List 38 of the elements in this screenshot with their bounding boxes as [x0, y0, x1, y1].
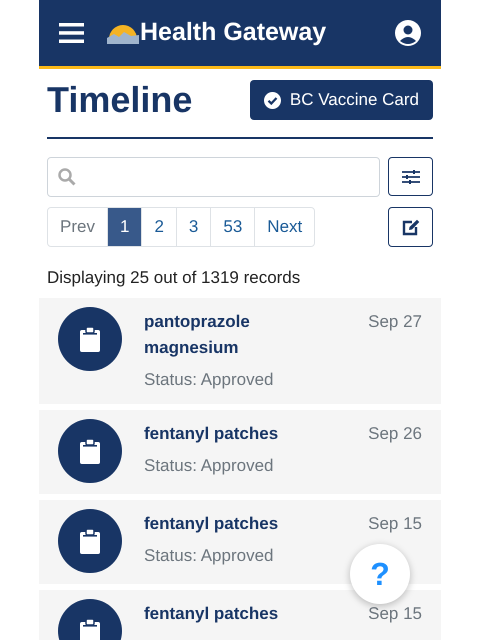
entry-status: Status: Approved — [144, 545, 274, 567]
clipboard-icon — [80, 326, 100, 352]
vaccine-card-button[interactable]: BC Vaccine Card — [250, 80, 433, 120]
page-link[interactable]: 1 — [106, 207, 142, 247]
entry-date: Sep 27 — [368, 311, 422, 333]
entry-date: Sep 15 — [368, 603, 422, 625]
page-link[interactable]: 2 — [141, 207, 177, 247]
edit-icon — [402, 218, 420, 236]
filter-button[interactable] — [388, 157, 433, 196]
search-icon — [58, 168, 76, 186]
entry-status: Status: Approved — [144, 455, 274, 477]
entry-date: Sep 26 — [368, 423, 422, 445]
clipboard-icon — [80, 618, 100, 640]
logo-icon — [107, 22, 139, 44]
page-title: Timeline — [47, 78, 192, 122]
user-icon[interactable] — [395, 20, 421, 46]
page-link[interactable]: Next — [254, 207, 316, 247]
edit-button[interactable] — [388, 207, 433, 247]
app-title: Health Gateway — [140, 17, 326, 48]
search-field[interactable] — [47, 157, 380, 197]
timeline-entry[interactable]: pantoprazole magnesium Sep 27 Status: Approved — [39, 298, 441, 404]
entry-title: pantoprazole magnesium — [144, 311, 251, 359]
entry-title: fentanyl patches — [144, 513, 280, 535]
entry-title: fentanyl patches — [144, 603, 280, 625]
records-summary: Displaying 25 out of 1319 records — [47, 267, 302, 289]
page-link[interactable]: 53 — [210, 207, 256, 247]
clipboard-icon — [80, 438, 100, 464]
page-link[interactable]: 3 — [176, 207, 212, 247]
entry-title: fentanyl patches — [144, 423, 280, 445]
timeline-entry[interactable]: fentanyl patches Sep 26 Status: Approved — [39, 410, 441, 494]
sliders-icon — [402, 170, 420, 184]
entry-status: Status: Approved — [144, 369, 274, 391]
check-circle-icon — [264, 92, 281, 108]
page-link[interactable]: Prev — [47, 207, 108, 247]
clipboard-icon — [80, 528, 100, 554]
entry-date: Sep 15 — [368, 513, 422, 535]
timeline-entry[interactable]: fentanyl patches Sep 15 — [39, 590, 441, 640]
menu-icon[interactable] — [59, 23, 84, 43]
